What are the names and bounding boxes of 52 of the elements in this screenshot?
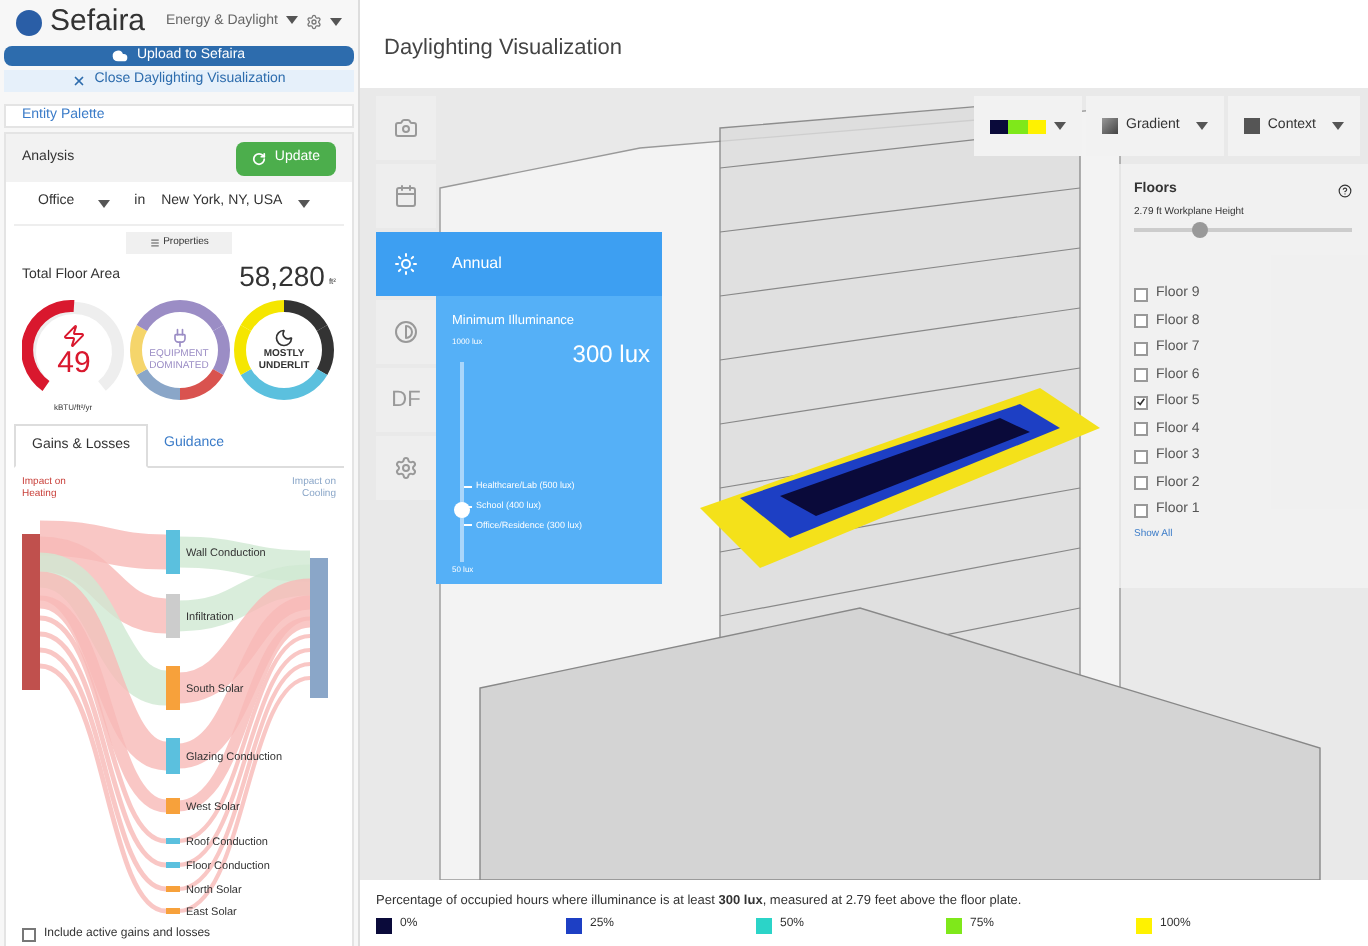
slider-thumb[interactable]: [1191, 222, 1208, 238]
floor-area-value: 58,280: [239, 262, 325, 290]
settings-icon: [306, 14, 322, 31]
close-icon: [72, 73, 87, 88]
tool-icon: [394, 320, 418, 344]
checkbox[interactable]: [1134, 341, 1148, 356]
tool-icon: [394, 116, 418, 140]
slider-thumb[interactable]: [454, 502, 470, 518]
caret-icon: [98, 199, 111, 207]
checkbox[interactable]: [1134, 503, 1148, 518]
color-scheme-dropdown[interactable]: [974, 96, 1083, 156]
checkbox[interactable]: [1134, 476, 1148, 491]
plug-icon: [169, 327, 189, 348]
donut-gauge-icon: [232, 298, 336, 402]
checkbox[interactable]: [1134, 395, 1148, 410]
eui-value: 49: [57, 347, 91, 377]
settings-dropdown[interactable]: [306, 14, 342, 31]
caret-icon: [330, 18, 342, 27]
checkbox[interactable]: [1134, 368, 1148, 383]
list-icon: [149, 238, 160, 248]
checkbox[interactable]: [1134, 449, 1148, 464]
moon-icon: [274, 327, 294, 348]
gradient-square-icon: [1102, 118, 1119, 134]
page-title: Daylighting Visualization: [384, 34, 623, 64]
caret-icon: [1332, 122, 1344, 130]
help-icon: [1338, 183, 1352, 198]
illuminance-value: 300 lux: [572, 338, 650, 372]
lightning-icon: [62, 323, 86, 347]
cube-icon: [1243, 118, 1260, 134]
checkbox[interactable]: [1134, 314, 1148, 329]
tool-button[interactable]: [376, 436, 436, 500]
logo-icon: [16, 9, 42, 36]
tool-icon: [394, 456, 418, 480]
caret-icon: [1195, 122, 1208, 130]
tool-button[interactable]: [376, 96, 436, 160]
annual-title: Annual: [452, 252, 502, 276]
refresh-icon: [252, 151, 267, 165]
tool-button[interactable]: [376, 300, 436, 364]
checkbox[interactable]: [1134, 422, 1148, 437]
checkbox[interactable]: [22, 927, 36, 941]
gradient-swatch-icon: [990, 119, 1047, 133]
caret-icon: [298, 199, 311, 207]
tool-button[interactable]: [376, 164, 436, 228]
tool-icon: [394, 252, 418, 276]
cloud-icon: [112, 47, 129, 64]
caret-icon: [286, 16, 298, 25]
caret-icon: [1054, 122, 1067, 130]
donut-gauge-icon: [127, 298, 231, 402]
tool-button[interactable]: [376, 232, 436, 296]
tool-icon: [394, 184, 418, 208]
checkbox[interactable]: [1134, 287, 1148, 302]
brand-name: Sefaira: [50, 2, 146, 42]
